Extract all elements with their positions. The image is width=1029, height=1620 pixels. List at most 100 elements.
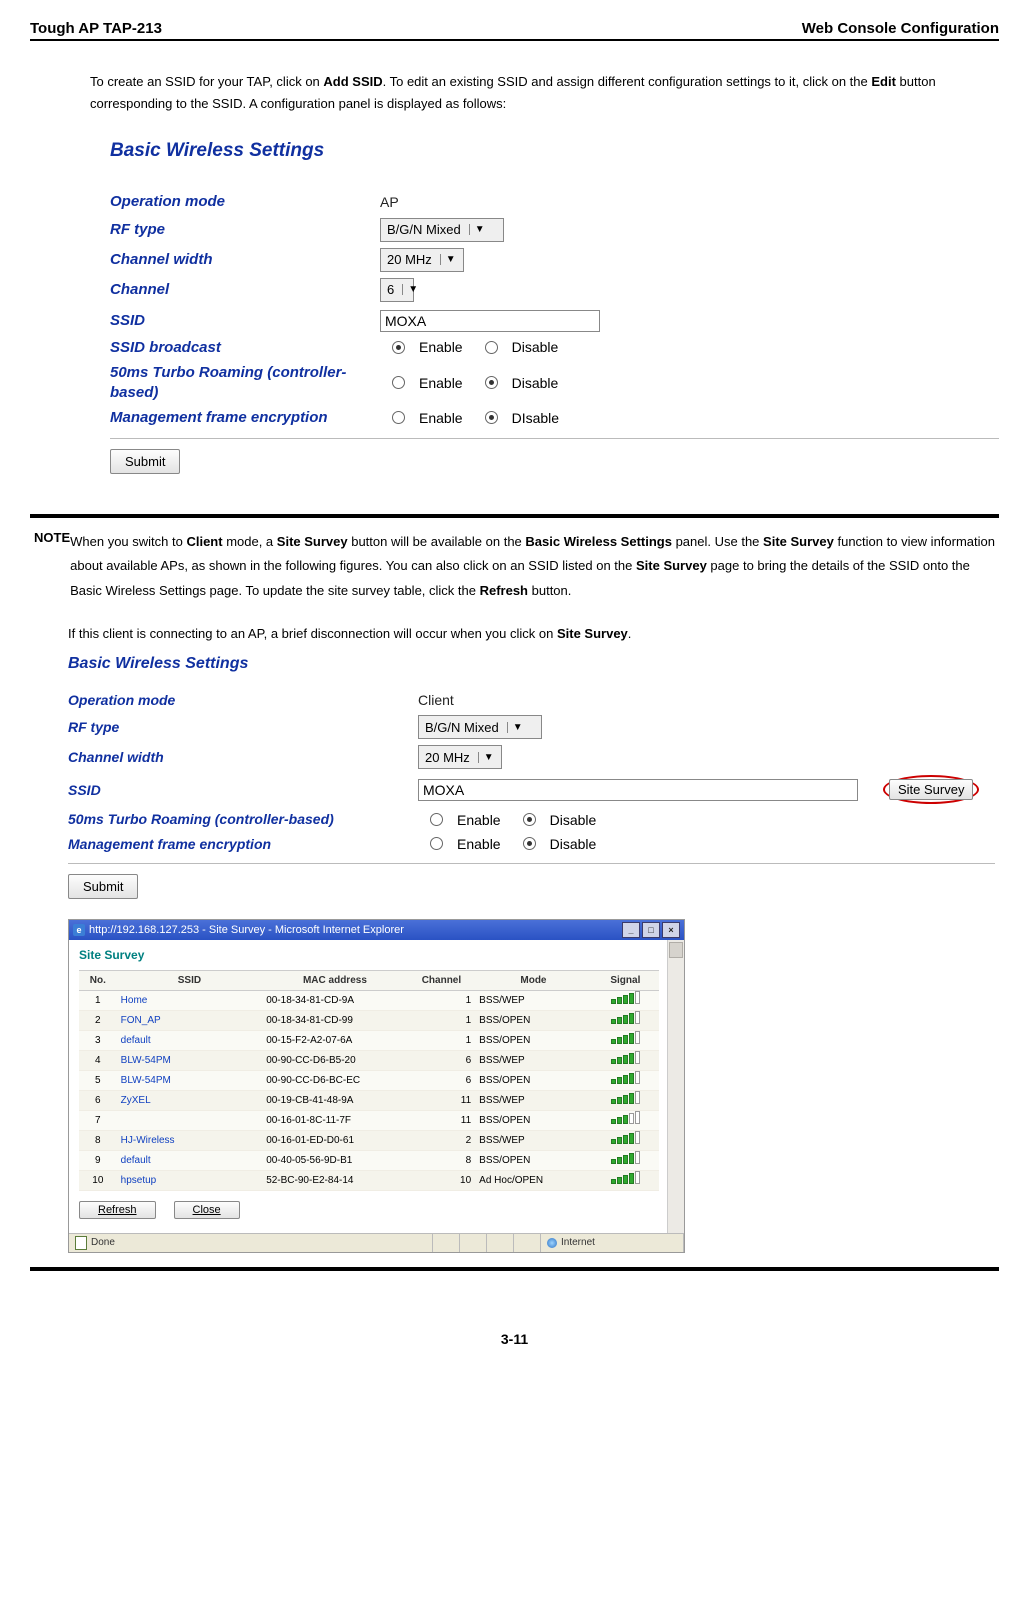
col-mode: Mode [475,970,592,990]
input-ssid[interactable]: MOXA [418,779,858,801]
radio-enable[interactable] [392,376,405,389]
table-row[interactable]: 6ZyXEL00-19-CB-41-48-9A11BSS/WEP [79,1090,659,1110]
site-survey-highlight: Site Survey [883,775,979,804]
table-row[interactable]: 5BLW-54PM00-90-CC-D6-BC-EC6BSS/OPEN [79,1070,659,1090]
table-row[interactable]: 3default00-15-F2-A2-07-6A1BSS/OPEN [79,1030,659,1050]
value-operation-mode: AP [380,194,399,210]
submit-button[interactable]: Submit [68,874,138,899]
site-survey-button[interactable]: Site Survey [889,779,973,800]
select-rf-type[interactable]: B/G/N Mixed▼ [380,218,504,242]
radio-disable[interactable] [523,813,536,826]
cell-no: 3 [79,1030,117,1050]
cell-ssid[interactable]: default [117,1150,263,1170]
cell-no: 10 [79,1170,117,1190]
cell-mode: BSS/WEP [475,1050,592,1070]
col-mac: MAC address [262,970,407,990]
divider [110,438,999,439]
select-channel-width[interactable]: 20 MHz▼ [380,248,464,272]
table-row[interactable]: 2FON_AP00-18-34-81-CD-991BSS/OPEN [79,1010,659,1030]
signal-icon [611,1174,640,1184]
table-row[interactable]: 1Home00-18-34-81-CD-9A1BSS/WEP [79,990,659,1010]
cell-ssid[interactable]: BLW-54PM [117,1070,263,1090]
signal-icon [611,1114,640,1124]
cell-signal [592,1110,659,1130]
intro-paragraph: To create an SSID for your TAP, click on… [90,71,959,115]
submit-button[interactable]: Submit [110,449,180,474]
label-rf-type: RF type [68,718,418,736]
col-channel: Channel [408,970,475,990]
radio-disable[interactable] [485,411,498,424]
select-channel[interactable]: 6▼ [380,278,414,302]
cell-mode: BSS/OPEN [475,1110,592,1130]
site-survey-heading: Site Survey [79,948,674,962]
radio-enable[interactable] [392,341,405,354]
cell-no: 7 [79,1110,117,1130]
signal-icon [611,1014,640,1024]
cell-mac: 00-18-34-81-CD-99 [262,1010,407,1030]
cell-no: 1 [79,990,117,1010]
cell-ssid[interactable]: ZyXEL [117,1090,263,1110]
window-title: http://192.168.127.253 - Site Survey - M… [89,924,404,936]
label-channel-width: Channel width [110,250,380,270]
table-row[interactable]: 9default00-40-05-56-9D-B18BSS/OPEN [79,1150,659,1170]
refresh-button[interactable]: Refresh [79,1201,156,1219]
cell-ssid[interactable]: BLW-54PM [117,1050,263,1070]
cell-signal [592,1130,659,1150]
radio-enable[interactable] [430,813,443,826]
window-titlebar: e http://192.168.127.253 - Site Survey -… [69,920,684,940]
signal-icon [611,1094,640,1104]
radio-enable[interactable] [430,837,443,850]
signal-icon [611,994,640,1004]
cell-no: 8 [79,1130,117,1150]
cell-mac: 00-16-01-ED-D0-61 [262,1130,407,1150]
close-button[interactable]: × [662,922,680,938]
radio-enable[interactable] [392,411,405,424]
cell-mode: BSS/OPEN [475,1030,592,1050]
cell-ssid[interactable]: default [117,1030,263,1050]
label-rf-type: RF type [110,220,380,240]
cell-mode: BSS/OPEN [475,1150,592,1170]
maximize-button[interactable]: □ [642,922,660,938]
header-left: Tough AP TAP-213 [30,20,162,37]
basic-wireless-settings-client: Basic Wireless Settings Operation mode C… [68,655,995,899]
ie-icon: e [73,924,85,936]
cell-ssid[interactable]: FON_AP [117,1010,263,1030]
cell-channel: 2 [408,1130,475,1150]
cell-mode: Ad Hoc/OPEN [475,1170,592,1190]
cell-ssid[interactable]: Home [117,990,263,1010]
cell-ssid[interactable] [117,1110,263,1130]
note-box: NOTE When you switch to Client mode, a S… [30,514,999,1271]
panel-title: Basic Wireless Settings [68,655,995,673]
cell-ssid[interactable]: hpsetup [117,1170,263,1190]
select-rf-type[interactable]: B/G/N Mixed▼ [418,715,542,739]
table-row[interactable]: 10hpsetup52-BC-90-E2-84-1410Ad Hoc/OPEN [79,1170,659,1190]
cell-no: 9 [79,1150,117,1170]
table-row[interactable]: 4BLW-54PM00-90-CC-D6-B5-206BSS/WEP [79,1050,659,1070]
radio-disable[interactable] [523,837,536,850]
cell-mode: BSS/WEP [475,1130,592,1150]
globe-icon [547,1238,557,1248]
cell-channel: 10 [408,1170,475,1190]
cell-mac: 00-18-34-81-CD-9A [262,990,407,1010]
radio-mgmt-frame-enc: Enable Disable [418,836,596,852]
table-row[interactable]: 8HJ-Wireless00-16-01-ED-D0-612BSS/WEP [79,1130,659,1150]
chevron-down-icon: ▼ [478,752,494,763]
close-button[interactable]: Close [174,1201,240,1219]
label-operation-mode: Operation mode [68,691,418,709]
label-operation-mode: Operation mode [110,192,380,212]
cell-ssid[interactable]: HJ-Wireless [117,1130,263,1150]
done-icon [75,1236,87,1250]
table-row[interactable]: 700-16-01-8C-11-7F11BSS/OPEN [79,1110,659,1130]
radio-disable[interactable] [485,341,498,354]
cell-signal [592,1030,659,1050]
cell-signal [592,1070,659,1090]
radio-disable[interactable] [485,376,498,389]
cell-mac: 00-90-CC-D6-BC-EC [262,1070,407,1090]
input-ssid[interactable]: MOXA [380,310,600,332]
minimize-button[interactable]: _ [622,922,640,938]
scrollbar[interactable] [667,940,684,1233]
cell-mode: BSS/WEP [475,1090,592,1110]
select-channel-width[interactable]: 20 MHz▼ [418,745,502,769]
cell-channel: 11 [408,1090,475,1110]
chevron-down-icon: ▼ [469,224,485,235]
